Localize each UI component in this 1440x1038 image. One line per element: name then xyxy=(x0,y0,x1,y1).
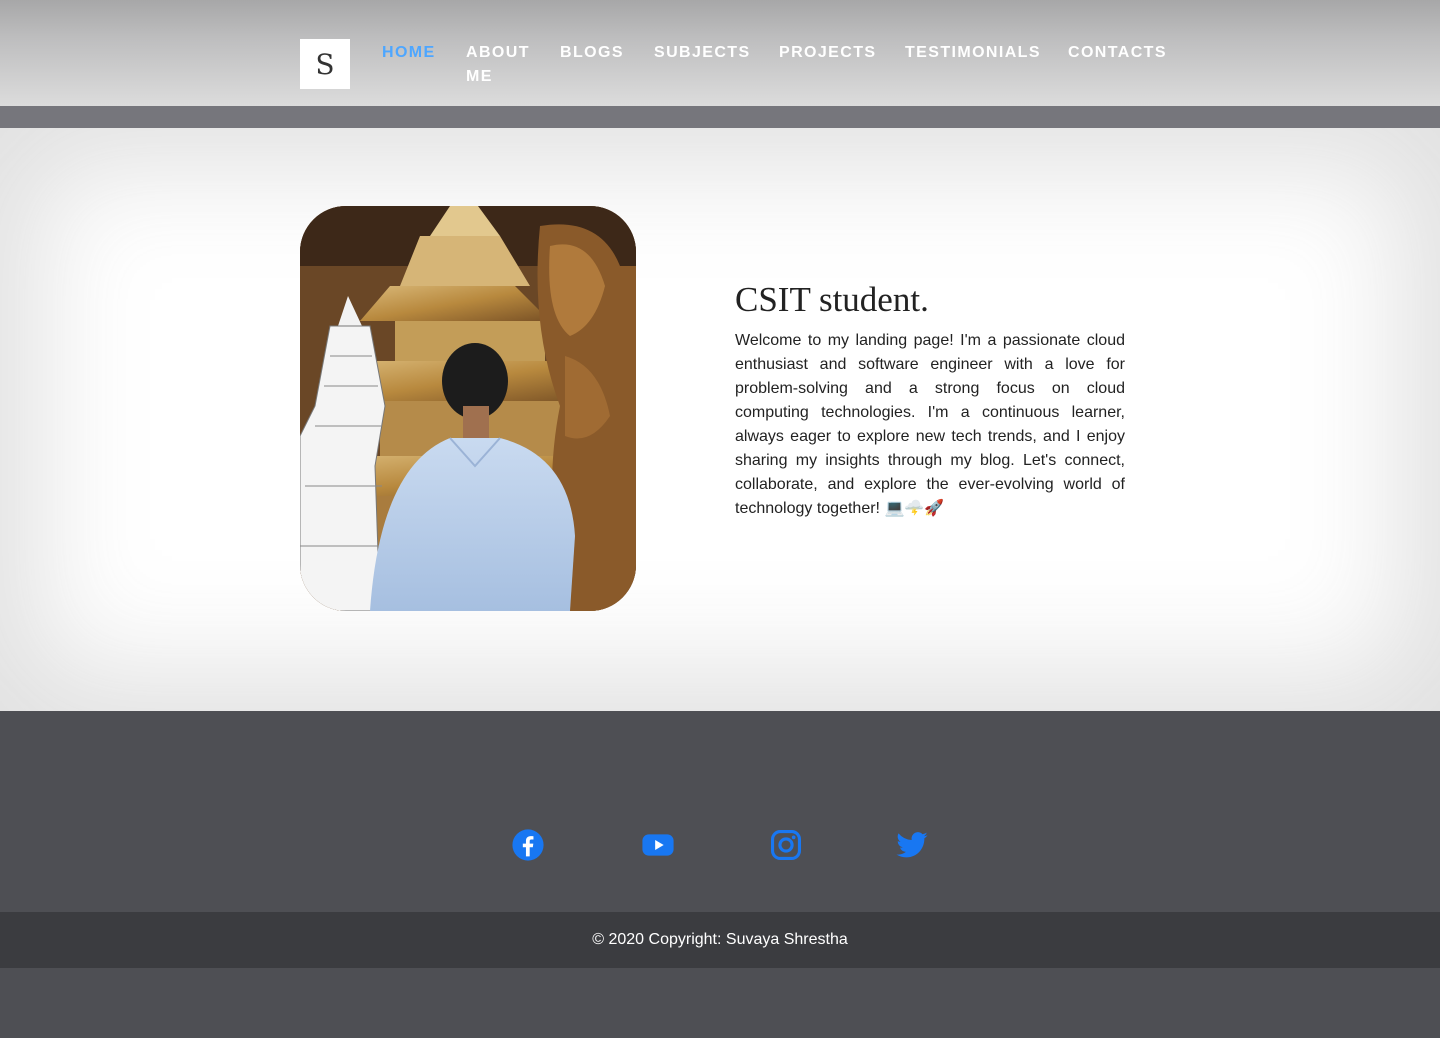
hero-description: Welcome to my landing page! I'm a passio… xyxy=(735,332,1125,517)
nav-about-me[interactable]: ABOUT ME xyxy=(466,41,530,89)
hero-section: CSIT student. Welcome to my landing page… xyxy=(0,128,1440,711)
nav-contacts[interactable]: CONTACTS xyxy=(1068,41,1167,65)
profile-photo xyxy=(300,206,636,611)
nav-home[interactable]: HOME xyxy=(382,41,436,65)
facebook-icon[interactable] xyxy=(511,828,545,862)
nav-projects[interactable]: PROJECTS xyxy=(779,41,876,65)
nav-blogs[interactable]: BLOGS xyxy=(560,41,624,65)
copyright-text: © 2020 Copyright: Suvaya Shrestha xyxy=(592,931,848,948)
instagram-icon[interactable] xyxy=(769,828,803,862)
youtube-icon[interactable] xyxy=(640,828,674,862)
hero-title: CSIT student. xyxy=(735,280,929,319)
nav-testimonials[interactable]: TESTIMONIALS xyxy=(905,41,1041,65)
header-divider xyxy=(0,106,1440,128)
logo-letter: S xyxy=(315,47,335,81)
twitter-icon[interactable] xyxy=(895,828,929,862)
logo[interactable]: S xyxy=(300,39,350,89)
footer: © 2020 Copyright: Suvaya Shrestha xyxy=(0,912,1440,968)
nav-subjects[interactable]: SUBJECTS xyxy=(654,41,751,65)
site-header: S HOME ABOUT ME BLOGS SUBJECTS PROJECTS … xyxy=(0,0,1440,106)
